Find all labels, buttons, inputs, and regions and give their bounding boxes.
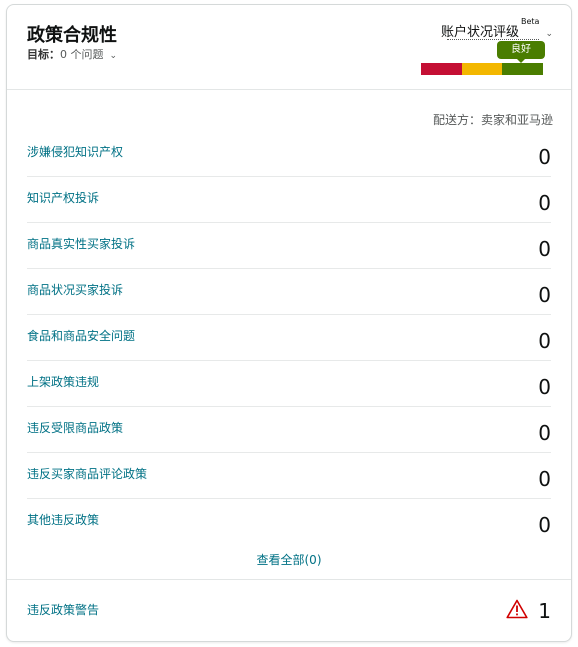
card-header: 政策合规性 目标：0 个问题 ⌄ 账户状况评级Beta ⌄ 良好 <box>7 5 571 89</box>
chevron-down-icon[interactable]: ⌄ <box>110 51 118 61</box>
target-summary: 目标：0 个问题 ⌄ <box>27 46 117 62</box>
dotted-underline <box>447 39 539 40</box>
policy-list: 涉嫌侵犯知识产权 0 知识产权投诉 0 商品真实性买家投诉 0 商品状况买家投诉 0 食品和商品… <box>27 131 551 544</box>
policy-row-count: 0 <box>538 513 551 537</box>
beta-badge: Beta <box>521 17 540 26</box>
account-health-dropdown[interactable]: 账户状况评级Beta ⌄ <box>440 17 553 40</box>
policy-row-count: 0 <box>538 421 551 445</box>
policy-row-count: 0 <box>538 283 551 307</box>
policy-row-count: 0 <box>538 191 551 215</box>
policy-row-label[interactable]: 知识产权投诉 <box>27 189 99 206</box>
policy-row-label[interactable]: 商品状况买家投诉 <box>27 281 123 298</box>
policy-row-label[interactable]: 违反受限商品政策 <box>27 419 123 436</box>
policy-row: 知识产权投诉 0 <box>27 177 551 223</box>
policy-row-label[interactable]: 其他违反政策 <box>27 511 99 528</box>
health-bar-yellow <box>461 63 503 75</box>
target-value: 0 个问题 <box>60 48 104 61</box>
policy-row: 商品真实性买家投诉 0 <box>27 223 551 269</box>
fulfillment-channel: 配送方：卖家和亚马逊 <box>432 113 553 127</box>
health-status-badge: 良好 <box>497 41 545 63</box>
header-divider <box>7 89 571 90</box>
view-all-link[interactable]: 查看全部(0) <box>7 551 571 568</box>
account-health-label: 账户状况评级 <box>440 25 519 40</box>
target-label: 目标： <box>27 48 60 61</box>
policy-row-label[interactable]: 食品和商品安全问题 <box>27 327 135 344</box>
policy-row: 食品和商品安全问题 0 <box>27 315 551 361</box>
policy-warnings-count: 1 <box>506 599 551 623</box>
policy-row: 其他违反政策 0 <box>27 499 551 544</box>
warning-count-value: 1 <box>538 599 551 623</box>
health-rating-bar <box>421 63 544 75</box>
policy-compliance-card: 政策合规性 目标：0 个问题 ⌄ 账户状况评级Beta ⌄ 良好 配送方：卖家和亚马… <box>6 4 572 642</box>
policy-row: 上架政策违规 0 <box>27 361 551 407</box>
policy-row-label[interactable]: 上架政策违规 <box>27 373 99 390</box>
policy-row: 违反受限商品政策 0 <box>27 407 551 453</box>
health-bar-red <box>421 63 462 75</box>
footer-divider <box>7 579 571 580</box>
policy-row: 涉嫌侵犯知识产权 0 <box>27 131 551 177</box>
policy-row-label[interactable]: 违反买家商品评论政策 <box>27 465 147 482</box>
policy-row-count: 0 <box>538 329 551 353</box>
warning-icon <box>506 599 528 623</box>
policy-row-label[interactable]: 涉嫌侵犯知识产权 <box>27 143 123 160</box>
policy-row: 违反买家商品评论政策 0 <box>27 453 551 499</box>
card-title: 政策合规性 <box>27 25 117 46</box>
policy-warnings-link[interactable]: 违反政策警告 <box>27 601 99 618</box>
policy-row-count: 0 <box>538 467 551 491</box>
policy-row-label[interactable]: 商品真实性买家投诉 <box>27 235 135 252</box>
health-bar-green <box>502 63 544 75</box>
chevron-down-icon: ⌄ <box>545 29 553 39</box>
policy-row-count: 0 <box>538 237 551 261</box>
policy-row: 商品状况买家投诉 0 <box>27 269 551 315</box>
policy-row-count: 0 <box>538 145 551 169</box>
policy-row-count: 0 <box>538 375 551 399</box>
account-health-rating: 账户状况评级Beta ⌄ 良好 <box>421 17 553 87</box>
